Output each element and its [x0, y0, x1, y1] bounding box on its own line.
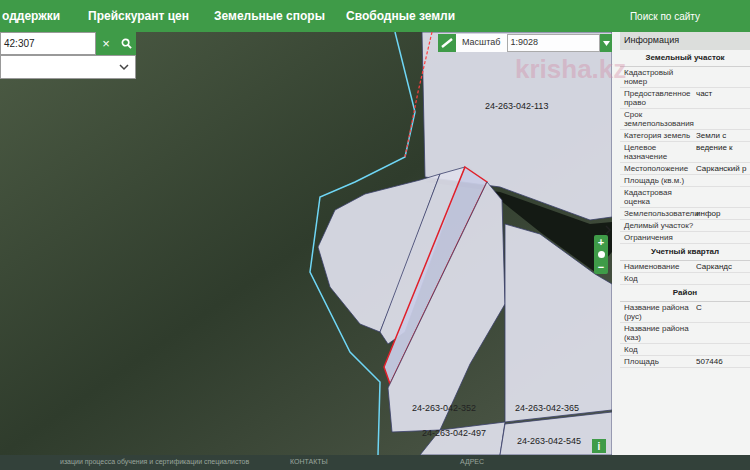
row-label: Категория земель	[620, 130, 696, 141]
ruler-icon[interactable]	[438, 34, 456, 52]
parcel-label: 24-263-042-545	[517, 437, 581, 446]
district-boundary	[310, 32, 415, 455]
row-value	[696, 220, 750, 231]
row-label: Предоставленное право	[620, 88, 696, 108]
info-row: Категория земельЗемли с	[620, 130, 750, 142]
nav-link[interactable]: Земельные споры	[212, 7, 344, 25]
layer-dropdown[interactable]	[0, 55, 136, 79]
row-value: Саркандс	[696, 261, 750, 272]
info-row: Кадастровый номер	[620, 67, 750, 88]
info-row: МестоположениеСарканский р	[620, 163, 750, 175]
info-row: Название района (рус)С	[620, 302, 750, 323]
clear-button[interactable]: ×	[96, 32, 116, 55]
parcel[interactable]	[505, 224, 612, 422]
info-row: НаименованиеСаркандс	[620, 261, 750, 273]
footer: изации процесса обучения и сертификации …	[0, 455, 750, 470]
row-value: Сарканский р	[696, 163, 750, 174]
row-label: Код	[620, 273, 696, 284]
row-value	[696, 67, 750, 87]
info-row: Код	[620, 273, 750, 285]
row-value	[696, 109, 750, 129]
row-label: Код	[620, 344, 696, 355]
row-value	[696, 344, 750, 355]
row-value	[696, 175, 750, 186]
chevron-icon	[119, 64, 129, 71]
footer-link[interactable]: КОНТАКТЫ	[290, 457, 460, 468]
search-row: 42:307×	[0, 32, 136, 55]
info-row: Целевое назначениеведение к	[620, 142, 750, 163]
info-row: Ограничения	[620, 232, 750, 244]
zoom-in-button[interactable]: +	[598, 236, 604, 248]
parcel-label: 24-263-042-352	[412, 404, 476, 413]
row-label: Кадастровый номер	[620, 67, 696, 87]
info-row: Название района (каз)	[620, 323, 750, 344]
scale-control: Масштаб1:9028	[438, 34, 612, 52]
row-value: 507446	[696, 356, 750, 367]
row-label: Землепользователи	[620, 208, 696, 219]
parcel-label: 24-263-042-365	[515, 404, 579, 413]
watermark: krisha.kz	[515, 50, 626, 89]
row-label: Срок землепользования	[620, 109, 696, 129]
parcel-layer	[0, 32, 612, 455]
parcel[interactable]	[388, 182, 505, 432]
footer-link[interactable]: АДРЕС	[460, 457, 580, 468]
footer-link[interactable]: изации процесса обучения и сертификации …	[0, 457, 290, 468]
row-value: част	[696, 88, 750, 108]
dropdown-arrow-icon[interactable]	[600, 34, 612, 52]
info-button[interactable]: i	[592, 439, 606, 453]
parcel-label: 24-263-042-113	[485, 102, 548, 111]
parcel[interactable]	[500, 412, 612, 455]
top-nav: оддержкиПрейскурант ценЗемельные спорыСв…	[0, 0, 750, 32]
scale-input[interactable]: 1:9028	[507, 34, 600, 52]
parcel-label: 24-263-042-497	[422, 429, 486, 438]
search-panel: 42:307×	[0, 32, 136, 79]
row-label: Название района (рус)	[620, 302, 696, 322]
info-row: Площадь (кв.м.)	[620, 175, 750, 187]
nav-link[interactable]: оддержки	[0, 7, 86, 25]
map[interactable]: 24-263-042-113 24-263-042-352 24-263-042-3…	[0, 32, 612, 455]
section-title: Земельный участок	[620, 50, 750, 67]
row-label: Кадастровая оценка	[620, 187, 696, 207]
nav-link[interactable]: Прейскурант цен	[86, 7, 212, 25]
scale-label: Масштаб	[456, 36, 507, 50]
info-panel: ИнформацияЗемельный участокКадастровый н…	[612, 32, 750, 455]
search-input[interactable]: 42:307	[0, 32, 96, 55]
nav-link[interactable]: Свободные земли	[344, 7, 484, 25]
row-label: Площадь (кв.м.)	[620, 175, 696, 186]
parcel[interactable]	[420, 422, 505, 455]
row-value	[696, 323, 750, 343]
info-row: Делимый участок?	[620, 220, 750, 232]
info-row: Площадь507446	[620, 356, 750, 368]
zoom-out-button[interactable]: −	[598, 261, 604, 273]
info-row: Землепользователиинфор	[620, 208, 750, 220]
zoom-reset-icon[interactable]	[598, 251, 605, 258]
row-value	[696, 232, 750, 243]
collapse-arrow-icon[interactable]	[604, 224, 612, 236]
info-row: Кадастровая оценка	[620, 187, 750, 208]
row-label: Местоположение	[620, 163, 696, 174]
section-title: Учетный квартал	[620, 244, 750, 261]
info-row: Предоставленное правочаст	[620, 88, 750, 109]
section-title: Район	[620, 285, 750, 302]
row-value	[696, 273, 750, 284]
row-value: ведение к	[696, 142, 750, 162]
row-label: Делимый участок?	[620, 220, 696, 231]
row-label: Площадь	[620, 356, 696, 367]
info-row: Код	[620, 344, 750, 356]
zoom-control: +−	[594, 235, 608, 274]
quarter-boundary	[405, 32, 432, 157]
row-value: инфор	[696, 208, 750, 219]
row-label: Наименование	[620, 261, 696, 272]
info-row: Срок землепользования	[620, 109, 750, 130]
main-area: 24-263-042-113 24-263-042-352 24-263-042-3…	[0, 32, 750, 455]
info-panel-title: Информация	[620, 32, 750, 50]
row-value: Земли с	[696, 130, 750, 141]
site-search-link[interactable]: Поиск по сайту	[630, 9, 750, 24]
row-label: Название района (каз)	[620, 323, 696, 343]
row-value: С	[696, 302, 750, 322]
row-label: Целевое назначение	[620, 142, 696, 162]
search-icon[interactable]	[116, 32, 136, 55]
row-value	[696, 187, 750, 207]
row-label: Ограничения	[620, 232, 696, 243]
